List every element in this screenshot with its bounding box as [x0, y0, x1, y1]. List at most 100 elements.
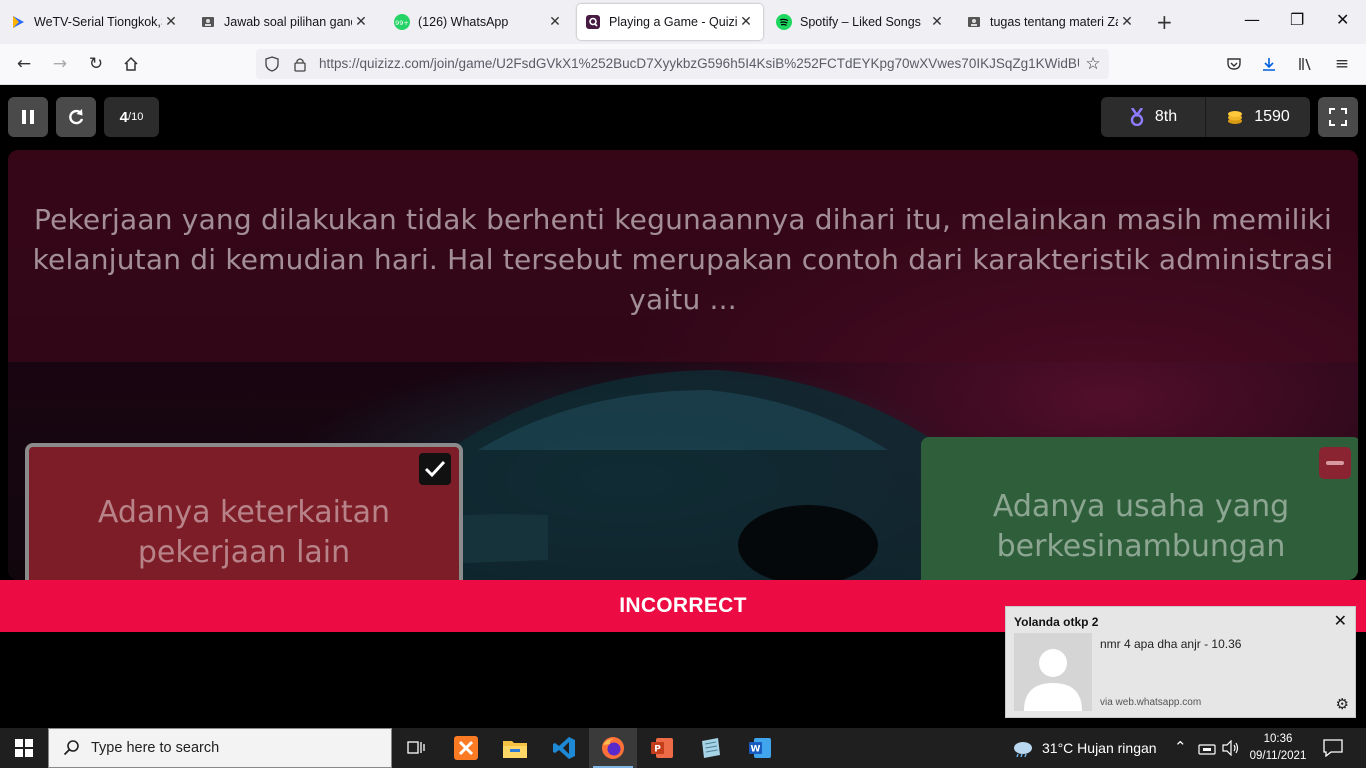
document-icon: [966, 14, 982, 30]
file-explorer-icon[interactable]: [491, 728, 539, 768]
svg-text:W: W: [751, 745, 761, 755]
powerpoint-icon[interactable]: P: [638, 728, 686, 768]
lock-icon[interactable]: [288, 52, 312, 76]
search-icon: [63, 740, 79, 756]
spotify-icon: [776, 14, 792, 30]
tab-tugas[interactable]: tugas tentang materi Zaki ✕: [958, 4, 1144, 40]
question-panel: Pekerjaan yang dilakukan tidak berhenti …: [8, 150, 1358, 362]
rank-text: 8th: [1154, 108, 1178, 125]
answer-option-correct[interactable]: Adanya usaha yang berkesinambungan: [921, 437, 1358, 580]
taskbar-search[interactable]: Type here to search: [48, 728, 392, 768]
clock-date: 09/11/2021: [1249, 750, 1307, 762]
windows-taskbar: Type here to search P W 31°C Hujan ringa…: [0, 728, 1366, 768]
start-button[interactable]: [0, 728, 48, 768]
minus-icon: [1319, 447, 1351, 479]
volume-icon[interactable]: [1222, 739, 1240, 760]
vscode-icon[interactable]: [540, 728, 588, 768]
tab-whatsapp[interactable]: 99+ (126) WhatsApp ✕: [386, 4, 572, 40]
new-tab-icon[interactable]: +: [1156, 10, 1173, 34]
notification-message: nmr 4 apa dha anjr - 10.36: [1100, 637, 1242, 651]
check-icon: [419, 453, 451, 485]
wetv-icon: [10, 14, 26, 30]
browser-nav-bar: ← → ↻ https://quizizz.com/join/game/U2Fs…: [0, 44, 1366, 85]
fullscreen-button[interactable]: [1318, 97, 1358, 137]
rank-display: 8th: [1101, 97, 1205, 137]
back-icon[interactable]: ←: [12, 52, 36, 76]
answer-text: Adanya usaha yang berkesinambungan: [992, 489, 1290, 564]
xampp-icon[interactable]: [442, 728, 490, 768]
task-view-icon[interactable]: [392, 728, 440, 768]
tab-spotify[interactable]: Spotify – Liked Songs ✕: [768, 4, 954, 40]
close-window-icon[interactable]: ✕: [1336, 10, 1349, 29]
taskbar-clock[interactable]: 10:36 09/11/2021: [1248, 731, 1308, 765]
close-tab-icon[interactable]: ✕: [1118, 14, 1136, 30]
score-panel: 8th 1590: [1101, 97, 1310, 137]
chevron-up-icon[interactable]: ⌃: [1174, 738, 1187, 756]
result-text: INCORRECT: [619, 594, 747, 617]
total-questions: /10: [128, 111, 144, 123]
tab-title: Spotify – Liked Songs: [800, 15, 921, 29]
weather-cloud-icon[interactable]: [1012, 739, 1034, 761]
shield-icon[interactable]: [260, 52, 284, 76]
restore-icon[interactable]: ❐: [1290, 10, 1304, 29]
close-tab-icon[interactable]: ✕: [352, 14, 370, 30]
library-icon[interactable]: [1294, 52, 1318, 76]
close-tab-icon[interactable]: ✕: [737, 14, 755, 30]
url-text: https://quizizz.com/join/game/U2FsdGVkX1…: [319, 56, 1079, 71]
network-icon[interactable]: [1198, 741, 1216, 760]
question-stage: Pekerjaan yang dilakukan tidak berhenti …: [8, 150, 1358, 580]
whatsapp-notification[interactable]: Yolanda otkp 2 ✕ nmr 4 apa dha anjr - 10…: [1005, 606, 1356, 718]
svg-text:99+: 99+: [395, 19, 409, 27]
pause-button[interactable]: [8, 97, 48, 137]
answer-text: Adanya keterkaitan pekerjaan lain: [97, 495, 391, 570]
tab-title: Jawab soal pilihan ganda: [224, 15, 352, 29]
notification-sender: Yolanda otkp 2: [1014, 615, 1099, 629]
pause-icon: [22, 110, 34, 124]
minimize-icon[interactable]: —: [1244, 10, 1260, 29]
browser-tab-bar: WeTV-Serial Tiongkok,Seri ✕ Jawab soal p…: [0, 0, 1366, 44]
close-tab-icon[interactable]: ✕: [162, 14, 180, 30]
firefox-icon[interactable]: [589, 728, 637, 768]
document-icon: [200, 14, 216, 30]
question-counter: 4/10: [104, 97, 159, 137]
word-icon[interactable]: W: [736, 728, 784, 768]
quizizz-icon: [585, 14, 601, 30]
bookmark-star-icon[interactable]: ☆: [1081, 52, 1105, 76]
weather-text[interactable]: 31°C Hujan ringan: [1042, 740, 1157, 756]
tab-quizizz[interactable]: Playing a Game - Quizizz ✕: [577, 4, 763, 40]
svg-text:P: P: [654, 745, 661, 755]
current-question: 4: [119, 108, 129, 126]
reload-icon[interactable]: ↻: [84, 52, 108, 76]
close-tab-icon[interactable]: ✕: [928, 14, 946, 30]
address-bar[interactable]: https://quizizz.com/join/game/U2FsdGVkX1…: [256, 49, 1109, 79]
tab-title: WeTV-Serial Tiongkok,Seri: [34, 15, 162, 29]
refresh-button[interactable]: [56, 97, 96, 137]
question-text: Pekerjaan yang dilakukan tidak berhenti …: [32, 203, 1334, 316]
menu-icon[interactable]: ≡: [1330, 52, 1354, 76]
tab-title: Playing a Game - Quizizz: [609, 15, 737, 29]
notification-source: via web.whatsapp.com: [1100, 697, 1202, 708]
search-placeholder: Type here to search: [91, 740, 220, 756]
notes-app-icon[interactable]: [687, 728, 735, 768]
tab-title: tugas tentang materi Zaki: [990, 15, 1118, 29]
gear-icon[interactable]: ⚙: [1336, 695, 1349, 713]
close-tab-icon[interactable]: ✕: [546, 14, 564, 30]
download-icon[interactable]: [1257, 52, 1281, 76]
close-icon[interactable]: ✕: [1334, 611, 1347, 630]
tab-title: (126) WhatsApp: [418, 15, 509, 29]
notification-center-icon[interactable]: [1323, 739, 1343, 761]
windows-icon: [15, 739, 33, 757]
tab-jawab-soal[interactable]: Jawab soal pilihan ganda ✕: [192, 4, 378, 40]
pocket-icon[interactable]: [1222, 52, 1246, 76]
home-icon[interactable]: [119, 52, 143, 76]
coins-icon: [1228, 111, 1243, 124]
forward-icon[interactable]: →: [48, 52, 72, 76]
clock-time: 10:36: [1263, 733, 1293, 745]
fullscreen-icon: [1329, 108, 1347, 126]
coins-text: 1590: [1254, 108, 1290, 125]
whatsapp-icon: 99+: [394, 14, 410, 30]
avatar: [1014, 633, 1092, 711]
answer-option-selected-wrong[interactable]: Adanya keterkaitan pekerjaan lain: [25, 443, 463, 580]
coins-display: 1590: [1205, 97, 1310, 137]
tab-wetv[interactable]: WeTV-Serial Tiongkok,Seri ✕: [2, 4, 188, 40]
